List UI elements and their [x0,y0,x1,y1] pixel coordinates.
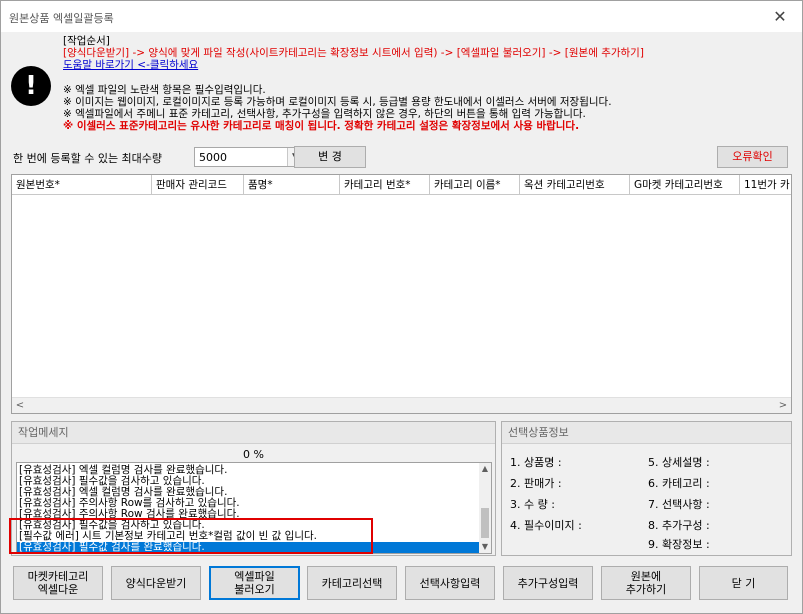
chevron-up-icon[interactable]: ▲ [479,463,491,475]
help-link[interactable]: 도움말 바로가기 <-클릭하세요 [63,59,783,71]
button-label: 마켓카테고리 엑셀다운 [27,570,89,596]
info-product-name: 1. 상품명 : [510,456,562,469]
info-addons: 8. 추가구성 : [648,519,710,532]
exclamation-icon: ! [11,66,51,106]
column-header[interactable]: 원본번호* [12,175,152,195]
column-header[interactable]: 카테고리 이름* [430,175,520,195]
close-icon[interactable]: ✕ [762,1,798,32]
button-label: 양식다운받기 [125,576,187,590]
column-header[interactable]: G마켓 카테고리번호 [630,175,740,195]
close-button[interactable]: 닫 기 [699,566,788,600]
change-button[interactable]: 변 경 [294,146,366,168]
download-form-button[interactable]: 양식다운받기 [111,566,201,600]
title-bar: 원본상품 엑셀일괄등록 ✕ [1,1,802,32]
instructions-heading: [작업순서] [63,35,110,47]
max-rows-label: 한 번에 등록할 수 있는 최대수량 [13,152,163,165]
note-images: ※ 이미지는 웹이미지, 로컬이미지로 등록 가능하며 로컬이미지 등록 시, … [63,96,612,108]
button-label: 엑셀파일 불러오기 [234,570,275,596]
info-extended: 9. 확장정보 : [648,538,710,551]
load-excel-button[interactable]: 엑셀파일 불러오기 [209,566,300,600]
column-header[interactable]: 11번가 카 [740,175,791,195]
chevron-down-icon[interactable]: ▼ [479,541,491,553]
button-label: 선택사항입력 [419,576,481,590]
highlight-box [9,518,373,554]
vertical-scrollbar[interactable]: ▲ ▼ [479,463,491,553]
button-label: 원본에 추가하기 [625,570,667,596]
progress-percent: 0 % [243,448,264,461]
note-required: ※ 엑셀 파일의 노란색 항목은 필수입력입니다. [63,84,266,96]
note-buttons: ※ 엑셀파일에서 주메니 표준 카테고리, 선택사항, 추가구성을 입력하지 않… [63,108,586,120]
button-label: 카테고리선택 [321,576,383,590]
column-header[interactable]: 품명* [244,175,340,195]
selected-product-panel: 선택상품정보 1. 상품명 : 2. 판매가 : 3. 수 량 : 4. 필수이… [501,421,792,556]
info-quantity: 3. 수 량 : [510,498,555,511]
work-message-title: 작업메세지 [12,422,495,444]
info-options: 7. 선택사항 : [648,498,710,511]
category-warning: ※ 이셀러스 표준카테고리는 유사한 카테고리로 매칭이 됩니다. 정확한 카테… [63,120,580,132]
column-header[interactable]: 판매자 관리코드 [152,175,244,195]
work-steps: [양식다운받기] -> 양식에 맞게 파일 작성(사이트카테고리는 확장정보 시… [63,47,644,59]
button-label: 추가구성입력 [517,576,579,590]
select-category-button[interactable]: 카테고리선택 [307,566,397,600]
info-price: 2. 판매가 : [510,477,562,490]
error-check-button[interactable]: 오류확인 [717,146,788,168]
excel-bulk-upload-window: 원본상품 엑셀일괄등록 ✕ ! [작업순서] [양식다운받기] -> 양식에 맞… [0,0,803,614]
scroll-thumb[interactable] [481,508,489,538]
addon-input-button[interactable]: 추가구성입력 [503,566,593,600]
info-required-image: 4. 필수이미지 : [510,519,582,532]
horizontal-scrollbar[interactable]: < > [12,397,791,413]
add-to-original-button[interactable]: 원본에 추가하기 [601,566,691,600]
column-header[interactable]: 카테고리 번호* [340,175,430,195]
info-category: 6. 카테고리 : [648,477,710,490]
column-header[interactable]: 옥션 카테고리번호 [520,175,630,195]
max-rows-value: 5000 [199,151,227,164]
max-rows-select[interactable]: 5000 ▼ [194,147,304,167]
instructions: [작업순서] [양식다운받기] -> 양식에 맞게 파일 작성(사이트카테고리는… [63,35,783,132]
button-label: 닫 기 [731,576,756,590]
market-category-excel-button[interactable]: 마켓카테고리 엑셀다운 [13,566,103,600]
chevron-left-icon[interactable]: < [12,398,28,413]
selected-product-title: 선택상품정보 [502,422,791,444]
window-title: 원본상품 엑셀일괄등록 [9,12,114,25]
option-input-button[interactable]: 선택사항입력 [405,566,495,600]
info-detail: 5. 상세설명 : [648,456,710,469]
product-grid[interactable]: 원본번호* 판매자 관리코드 품명* 카테고리 번호* 카테고리 이름* 옥션 … [11,174,792,414]
chevron-right-icon[interactable]: > [775,398,791,413]
